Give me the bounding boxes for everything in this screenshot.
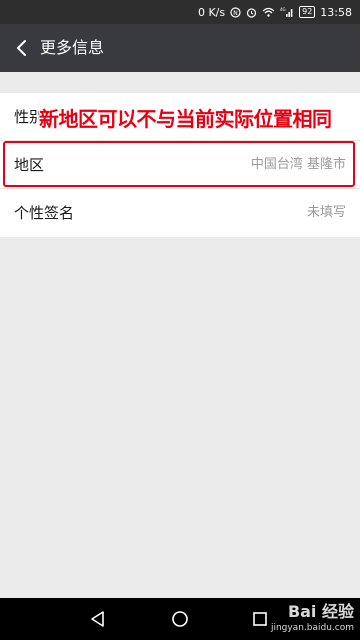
alarm-icon [247,7,257,18]
battery-icon: 92 [299,6,316,18]
status-bar: 0 K/s N 4G 92 13:58 [0,0,360,24]
signature-value: 未填写 [306,205,346,220]
watermark-url: jingyan.baidu.com [270,623,354,633]
recents-square-icon[interactable] [250,609,270,629]
signature-label: 个性签名 [14,204,75,222]
baidu-jingyan-watermark: Bai 经验 jingyan.baidu.com [271,602,354,634]
watermark-logo: Bai 经验 [287,602,354,621]
wifi-icon [262,7,275,17]
svg-text:N: N [233,10,238,17]
annotation-text: 新地区可以不与当前实际位置相同 [39,107,332,131]
region-highlight-box [3,141,355,187]
status-icons: 0 K/s N 4G 92 13:58 [198,0,352,24]
nfc-icon: N [230,6,241,18]
navigation-bar: Bai 经验 jingyan.baidu.com [0,598,360,640]
title-bar: 更多信息 [0,24,360,72]
page-title: 更多信息 [40,38,105,57]
home-circle-icon[interactable] [170,609,190,629]
net-speed: 0 K/s [197,5,226,19]
status-time: 13:58 [320,5,352,19]
chevron-left-icon[interactable] [12,38,32,58]
signal-icon: 4G [280,7,293,17]
back-triangle-icon[interactable] [88,609,108,629]
network-type-label: 4G [280,7,286,12]
signature-row[interactable]: 个性签名 未填写 [0,189,360,237]
